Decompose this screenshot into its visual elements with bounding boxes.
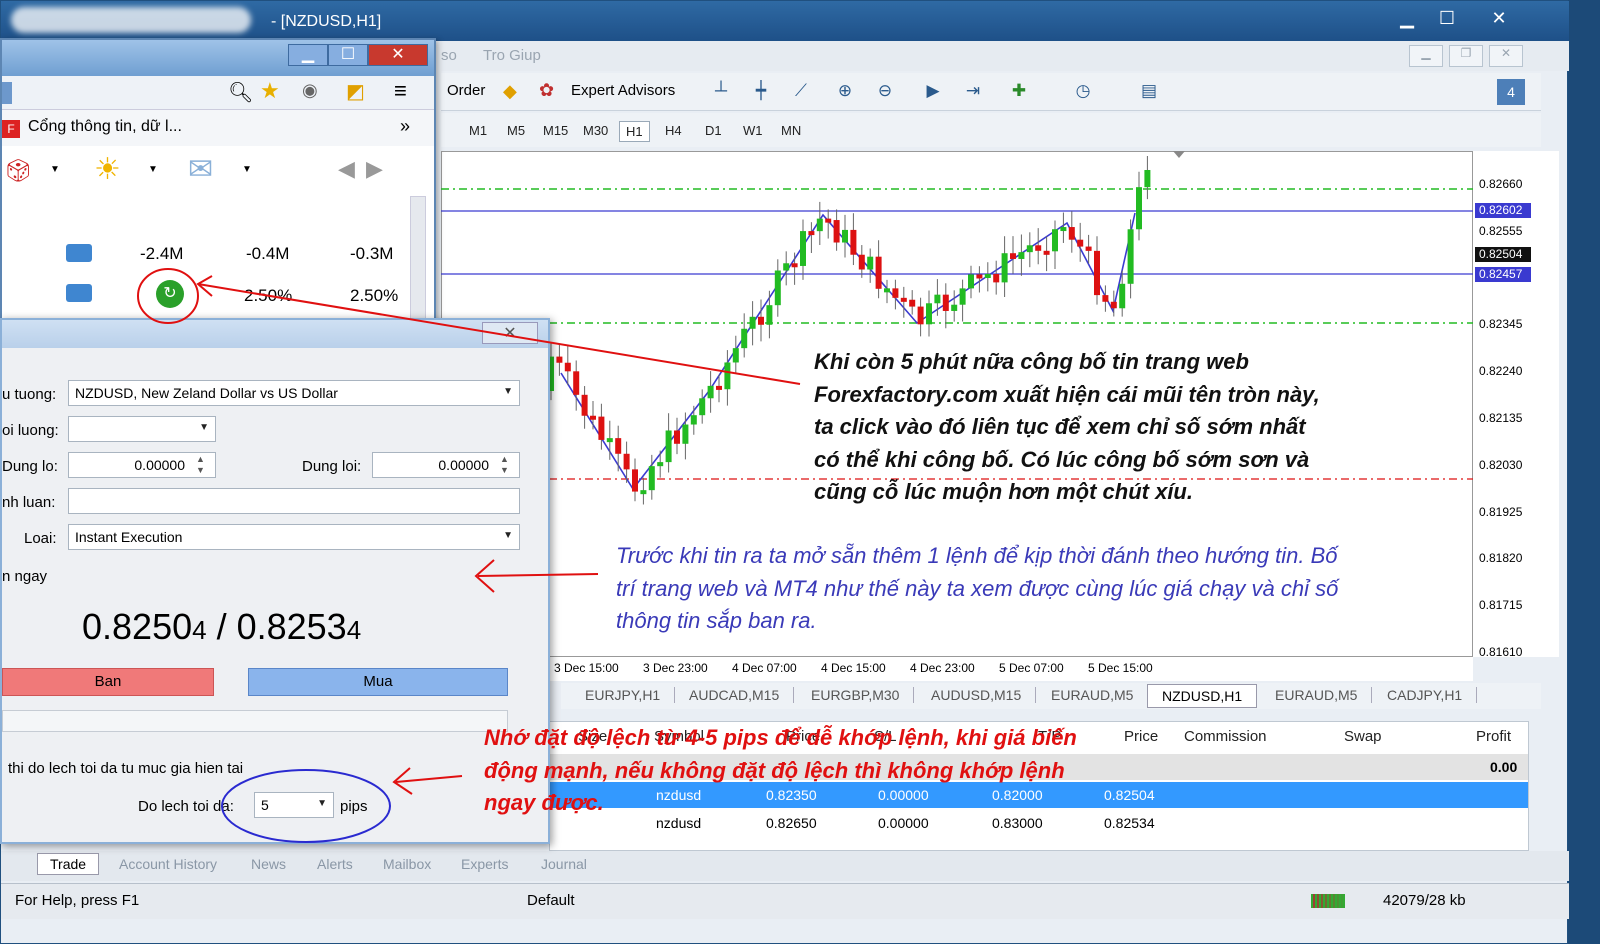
arrow-line [197,283,801,385]
highlight-ellipse [221,769,391,843]
annotation-overlay [137,268,801,843]
highlight-circle [137,268,199,324]
arrow-line [395,775,463,783]
arrow-line [477,573,599,577]
